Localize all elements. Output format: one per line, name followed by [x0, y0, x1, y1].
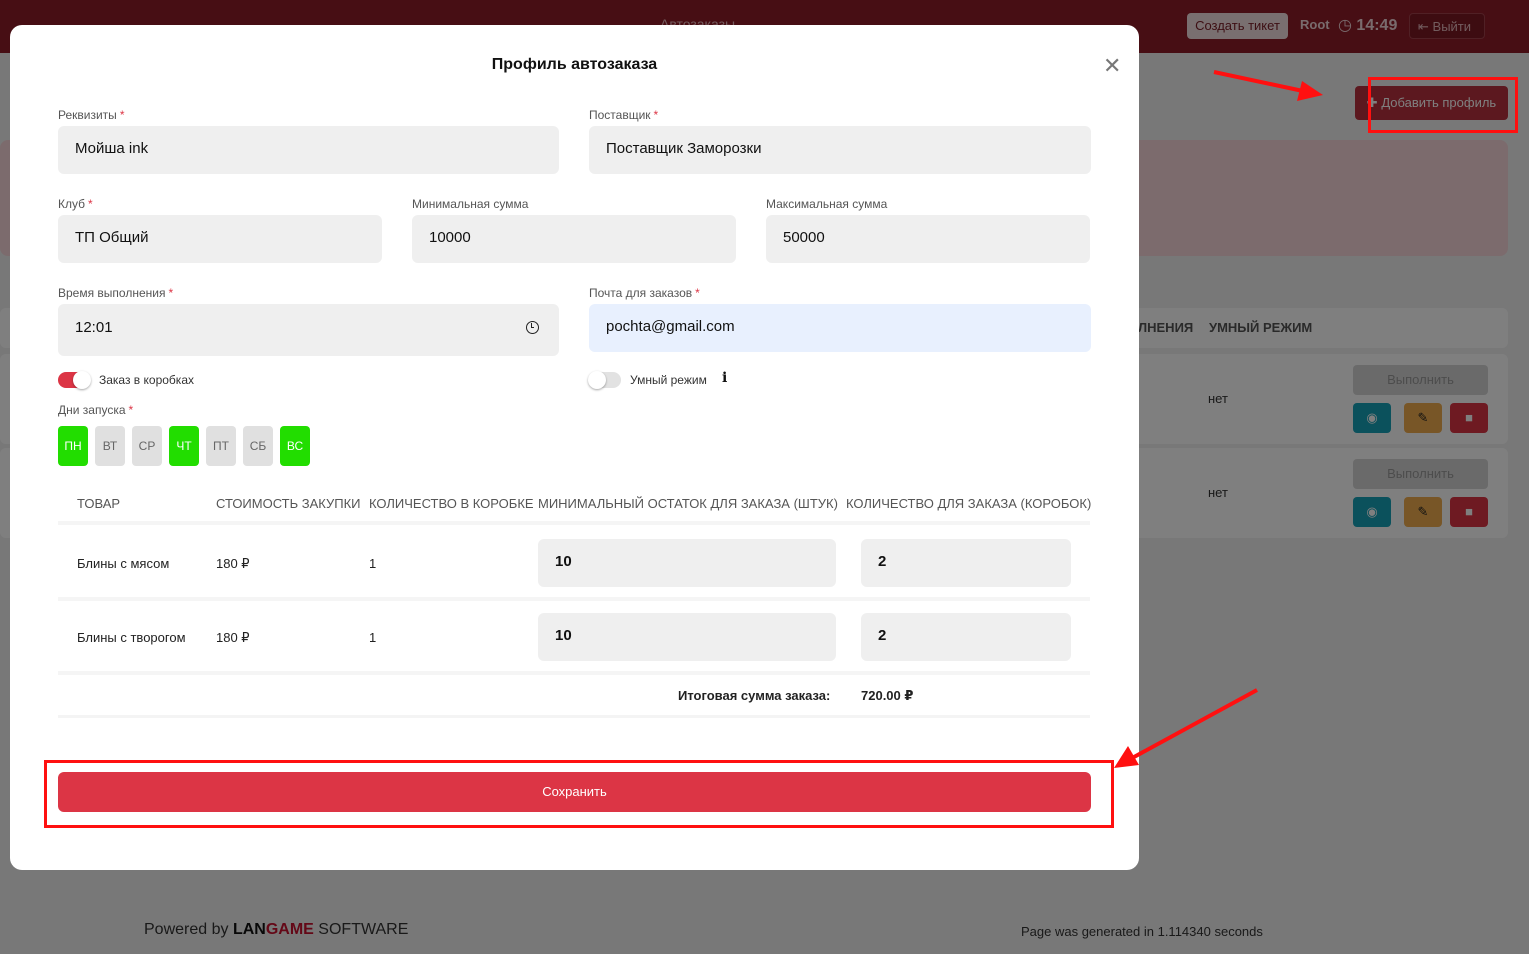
annotation-arrows	[1114, 70, 1323, 768]
arrow-to-save	[1114, 688, 1258, 768]
arrow-to-add-profile	[1213, 70, 1323, 101]
